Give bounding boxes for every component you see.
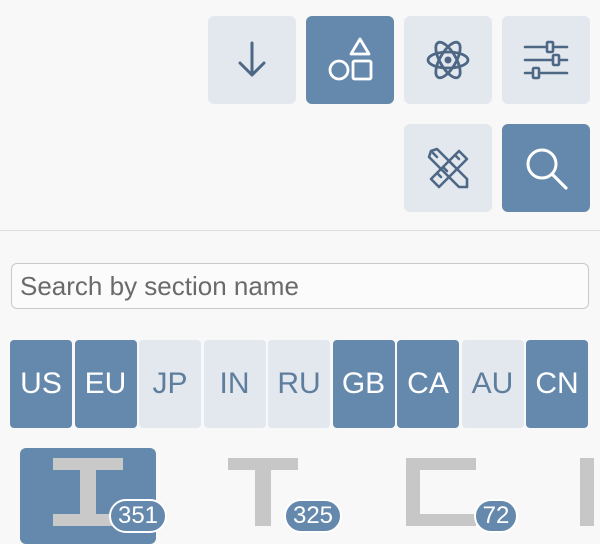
shape-i-beam[interactable]: 351	[20, 448, 167, 544]
shape-count-badge: 325	[284, 499, 342, 533]
settings-button[interactable]	[502, 16, 590, 104]
angle-icon	[580, 458, 594, 526]
region-ru-toggle[interactable]: RU	[268, 340, 330, 428]
region-au-toggle[interactable]: AU	[461, 340, 524, 428]
divider	[0, 230, 600, 231]
region-filter: US EU JP IN RU GB CA AU CN	[10, 340, 591, 428]
shape-t-section[interactable]: 325	[196, 448, 342, 544]
region-gb-toggle[interactable]: GB	[332, 340, 395, 428]
shape-channel[interactable]: 72	[372, 448, 518, 544]
search-button[interactable]	[502, 124, 590, 212]
region-ca-toggle[interactable]: CA	[397, 340, 459, 428]
section-shape-list: 351 325 72	[0, 448, 600, 544]
sliders-icon	[523, 40, 569, 80]
shapes-icon	[328, 37, 373, 81]
region-in-toggle[interactable]: IN	[203, 340, 266, 428]
design-button[interactable]	[404, 124, 492, 212]
shape-count-badge: 351	[109, 499, 167, 533]
materials-button[interactable]	[404, 16, 492, 104]
region-us-toggle[interactable]: US	[10, 340, 72, 428]
region-cn-toggle[interactable]: CN	[526, 340, 588, 428]
region-eu-toggle[interactable]: EU	[74, 340, 137, 428]
magnifier-icon	[526, 148, 568, 190]
atom-icon	[426, 40, 470, 80]
shape-count-badge: 72	[474, 499, 518, 533]
shapes-button[interactable]	[306, 16, 394, 104]
region-jp-toggle[interactable]: JP	[139, 340, 201, 428]
download-button[interactable]	[208, 16, 296, 104]
down-arrow-icon	[238, 41, 266, 77]
pencil-ruler-icon	[427, 147, 469, 189]
shape-angle[interactable]	[548, 448, 600, 544]
section-search-input[interactable]	[11, 263, 589, 309]
